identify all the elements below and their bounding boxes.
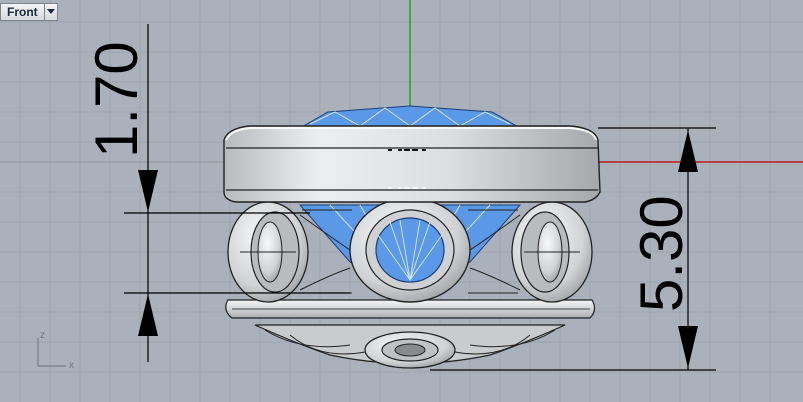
right-dimension-text[interactable]: 5.30 xyxy=(628,195,695,312)
basket-base[interactable] xyxy=(254,324,566,369)
dropdown-arrow-icon[interactable] xyxy=(43,3,58,21)
center-gallery-ring[interactable] xyxy=(349,197,471,303)
left-gallery-ring[interactable] xyxy=(227,201,309,303)
right-gallery-ring[interactable] xyxy=(511,201,593,303)
lower-rim[interactable] xyxy=(225,299,596,319)
viewport-tab[interactable]: Front xyxy=(0,3,58,21)
axis-widget-x-label: x xyxy=(69,360,74,371)
viewport-canvas[interactable]: 1.70 5.30 z x xyxy=(0,0,803,402)
viewport-name-label[interactable]: Front xyxy=(0,3,44,21)
top-bezel[interactable] xyxy=(223,125,601,203)
front-viewport[interactable]: Front 1.70 5.30 z x xyxy=(0,0,803,402)
axis-widget-icon: z x xyxy=(37,330,74,371)
left-dimension-text[interactable]: 1.70 xyxy=(83,41,150,158)
axis-widget-z-label: z xyxy=(40,330,45,341)
